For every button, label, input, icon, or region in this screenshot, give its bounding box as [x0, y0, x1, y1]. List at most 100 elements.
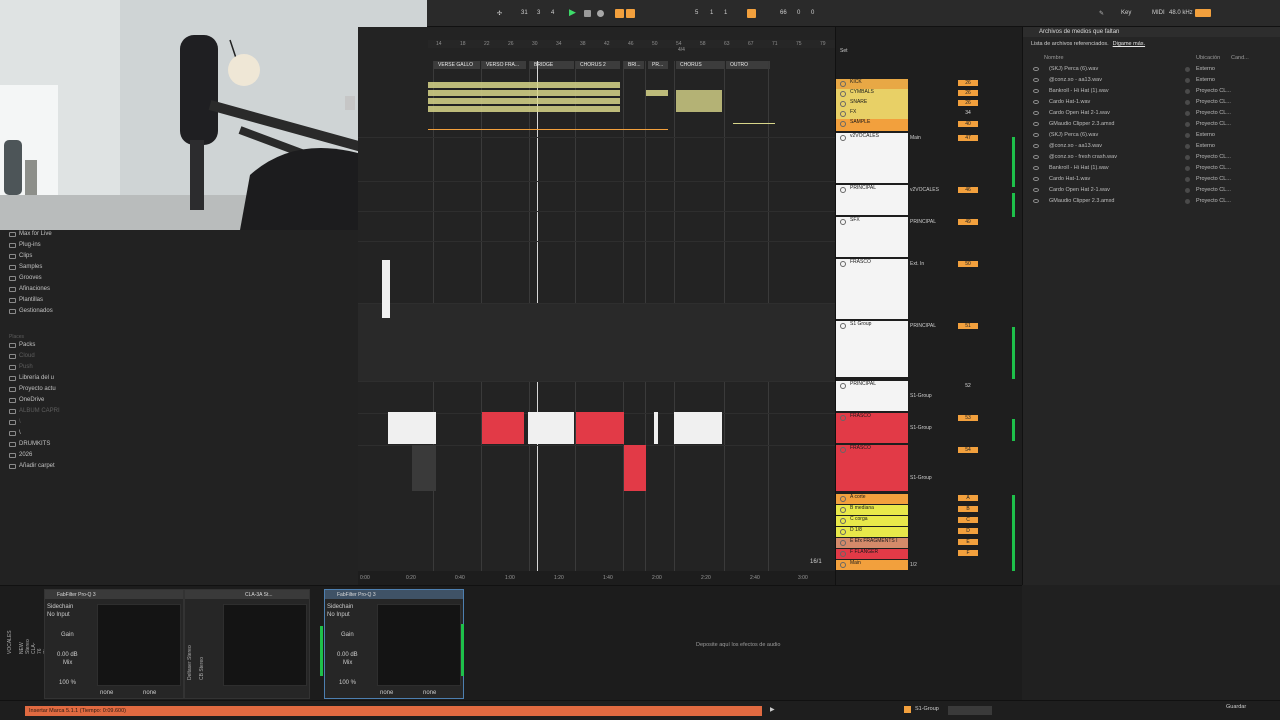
save-button[interactable]: Guardar	[1226, 704, 1246, 710]
gain-value[interactable]: 0.00 dB	[57, 652, 78, 658]
device-title[interactable]: FabFilter Pro-Q 3	[45, 590, 183, 599]
column-header-location[interactable]: Ubicación	[1196, 55, 1220, 61]
return-track-f[interactable]: F FLANGER	[836, 549, 908, 559]
return-track-b[interactable]: B mediana	[836, 505, 908, 515]
column-header-count[interactable]: Cand...	[1231, 55, 1249, 61]
places-item[interactable]: \	[9, 419, 21, 425]
track-volume[interactable]: 52	[958, 383, 978, 389]
audio-clip[interactable]	[624, 445, 646, 491]
audio-clip[interactable]	[654, 412, 658, 444]
return-send-letter[interactable]: E	[958, 539, 978, 545]
track-lane[interactable]	[358, 181, 835, 211]
track-volume[interactable]: 34	[958, 110, 978, 116]
file-row[interactable]: Bankroll - Hi Hat (1).wav Proyecto CL...	[1033, 87, 1273, 98]
automation-arm-button[interactable]	[626, 9, 635, 18]
file-row[interactable]: (SKJ) Perca (6).wav Externo	[1033, 131, 1273, 142]
eye-icon[interactable]	[1033, 78, 1039, 82]
track-volume[interactable]: 49	[958, 219, 978, 225]
file-row[interactable]: Cardo Open Hat 2-1.wav Proyecto CL...	[1033, 109, 1273, 120]
fold-icon[interactable]	[840, 91, 846, 97]
gain-value[interactable]: 0.00 dB	[337, 652, 358, 658]
places-item[interactable]: Librería del u	[9, 375, 54, 381]
places-item[interactable]: ALBUM CAPRI	[9, 408, 60, 414]
browser-category[interactable]: Clips	[9, 253, 32, 259]
browser-category[interactable]: Plantillas	[9, 297, 43, 303]
places-item[interactable]: DRUMKITS	[9, 441, 50, 447]
track-lane[interactable]	[358, 381, 835, 413]
track-volume[interactable]: 26	[958, 90, 978, 96]
time-ruler[interactable]: 0:00 0:20 0:40 1:00 1:20 1:40 2:00 2:20 …	[358, 571, 835, 585]
audio-clip[interactable]	[528, 412, 574, 444]
track-volume[interactable]: 50	[958, 261, 978, 267]
locator-marker[interactable]: VERSE GALLO	[434, 61, 480, 69]
track-volume[interactable]: 46	[958, 187, 978, 193]
fold-icon[interactable]	[840, 81, 846, 87]
metronome-icon[interactable]: ✣	[497, 10, 502, 17]
track-header-principal-2[interactable]: PRINCIPAL	[836, 381, 908, 411]
file-row[interactable]: @conz.xo - aa13.wav Externo	[1033, 142, 1273, 153]
file-row[interactable]: (SKJ) Perca (6).wav Externo	[1033, 65, 1273, 76]
audio-clip[interactable]	[428, 90, 620, 96]
places-item[interactable]: Packs	[9, 342, 35, 348]
midi-map-button[interactable]: MIDI	[1152, 10, 1165, 16]
track-header-frasco-3[interactable]: FRASCO	[836, 445, 908, 491]
eye-icon[interactable]	[1033, 89, 1039, 93]
loop-length-beat[interactable]: 0	[797, 10, 800, 16]
places-item[interactable]: Proyecto actu	[9, 386, 56, 392]
audio-clip[interactable]	[428, 106, 620, 112]
eye-icon[interactable]	[1033, 188, 1039, 192]
track-volume[interactable]: 53	[958, 415, 978, 421]
locator-marker[interactable]: CHORUS	[676, 61, 724, 69]
audio-clip[interactable]	[428, 82, 620, 88]
browser-category[interactable]: Grooves	[9, 275, 42, 281]
position-bar[interactable]: 31	[521, 10, 528, 16]
sidechain-none[interactable]: none	[423, 690, 436, 696]
track-volume[interactable]: 26	[958, 100, 978, 106]
stop-button[interactable]	[584, 10, 591, 17]
fold-icon[interactable]	[840, 507, 846, 513]
fold-icon[interactable]	[840, 261, 846, 267]
audio-clip[interactable]	[428, 98, 620, 104]
sidechain-input[interactable]: No Input	[47, 612, 70, 618]
return-send-letter[interactable]: D	[958, 528, 978, 534]
track-volume[interactable]: 40	[958, 121, 978, 127]
file-row[interactable]: @conz.xo - aa13.wav Externo	[1033, 76, 1273, 87]
return-send-letter[interactable]: C	[958, 517, 978, 523]
loop-length-bar[interactable]: 66	[780, 10, 787, 16]
output-routing[interactable]: v2VOCALES	[910, 187, 939, 193]
arrangement-view[interactable]: 14 18 22 26 30 34 38 42 46 50 54 58 63 6…	[358, 27, 835, 585]
track-volume[interactable]: 26	[958, 80, 978, 86]
return-track-c[interactable]: C corga	[836, 516, 908, 526]
locator-marker[interactable]: VERSO FRA...	[482, 61, 526, 69]
eye-icon[interactable]	[1033, 144, 1039, 148]
places-item[interactable]: Cloud	[9, 353, 35, 359]
places-item[interactable]: Añadir carpet	[9, 463, 55, 469]
return-send-letter[interactable]: B	[958, 506, 978, 512]
browser-category[interactable]: Plug-ins	[9, 242, 41, 248]
file-row[interactable]: @conz.xo - fresh crash.wav Proyecto CL...	[1033, 153, 1273, 164]
track-header-frasco-2[interactable]: FRASCO	[836, 413, 908, 443]
places-item[interactable]: Push	[9, 364, 33, 370]
sidechain-none[interactable]: none	[143, 690, 156, 696]
fold-icon[interactable]	[840, 447, 846, 453]
places-item[interactable]: 2026	[9, 452, 32, 458]
eq-display[interactable]	[377, 604, 461, 686]
mini-overview[interactable]	[948, 706, 992, 715]
track-volume[interactable]: 47	[958, 135, 978, 141]
column-header-name[interactable]: Nombre	[1044, 55, 1064, 61]
plugin-display[interactable]	[223, 604, 307, 686]
set-button[interactable]: Set	[840, 48, 848, 54]
position-beat[interactable]: 3	[537, 10, 540, 16]
return-send-letter[interactable]: A	[958, 495, 978, 501]
sidechain-input[interactable]: No Input	[327, 612, 350, 618]
track-header-s1-group[interactable]: S1 Group	[836, 321, 908, 377]
eye-icon[interactable]	[1033, 177, 1039, 181]
mix-value[interactable]: 100 %	[59, 680, 76, 686]
eye-icon[interactable]	[1033, 100, 1039, 104]
locator-marker[interactable]: BRI...	[624, 61, 644, 69]
overdub-button[interactable]	[615, 9, 624, 18]
eye-icon[interactable]	[1033, 166, 1039, 170]
track-header-principal[interactable]: PRINCIPAL	[836, 185, 908, 215]
audio-clip[interactable]	[388, 412, 436, 444]
mix-value[interactable]: 100 %	[339, 680, 356, 686]
